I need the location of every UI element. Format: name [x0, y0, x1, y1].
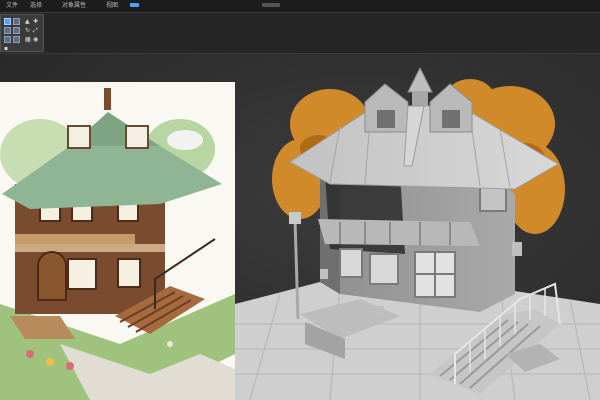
rotate-tool[interactable] — [4, 27, 11, 34]
move-tool[interactable] — [13, 18, 20, 25]
viewport-3d[interactable] — [0, 54, 600, 400]
menu-bar: 文件 选择 对象属性 视图 — [0, 0, 600, 13]
select-tool[interactable] — [4, 18, 11, 25]
toolbar: ▲ ✚ ↻ ⤢ ▦ ◉ ▪ — [0, 13, 600, 54]
menu-file[interactable]: 文件 — [6, 0, 18, 12]
viewport-scene — [0, 66, 600, 400]
active-indicator — [130, 3, 139, 7]
move-icon[interactable]: ✚ — [33, 19, 38, 25]
model-spire — [407, 66, 433, 93]
ref-blossom — [167, 130, 203, 150]
ref-front-door — [37, 251, 67, 301]
grid-icon[interactable]: ▦ — [25, 37, 31, 43]
menu-object-props[interactable]: 对象属性 — [62, 0, 86, 12]
snap-tool[interactable] — [13, 36, 20, 43]
ref-spire — [104, 88, 111, 110]
scale-icon[interactable]: ⤢ — [33, 28, 38, 34]
grey-3d-house-model[interactable] — [235, 66, 600, 400]
select-icon[interactable]: ▲ — [25, 19, 30, 25]
illustrated-house-reference — [0, 82, 235, 400]
menu-view[interactable]: 视图 — [106, 0, 118, 12]
camera-icon[interactable]: ◉ — [33, 37, 38, 43]
tab-indicator — [262, 3, 280, 7]
rotate-icon[interactable]: ↻ — [25, 28, 30, 34]
tool-panel: ▲ ✚ ↻ ⤢ ▦ ◉ ▪ — [0, 14, 44, 52]
mirror-tool[interactable] — [4, 36, 11, 43]
scale-tool[interactable] — [13, 27, 20, 34]
expand-icon[interactable]: ▪ — [4, 46, 8, 52]
model-balcony — [318, 219, 480, 246]
menu-select[interactable]: 选择 — [30, 0, 42, 12]
